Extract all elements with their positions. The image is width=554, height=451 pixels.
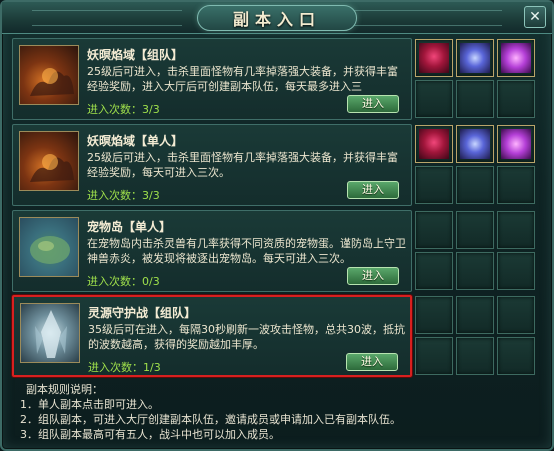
reward-grid-2: [413, 210, 543, 292]
reward-slot[interactable]: [415, 39, 453, 77]
enter-button[interactable]: 进入: [346, 353, 398, 371]
dungeon-title: 灵源守护战【组队】: [88, 306, 197, 320]
reward-slot[interactable]: [497, 39, 535, 77]
reward-slot-empty: [497, 166, 535, 204]
reward-slot-empty: [456, 80, 494, 118]
weapon-icon: [460, 43, 490, 73]
dungeon-entry-count: 进入次数：3/3: [87, 189, 160, 202]
pet-icon: [501, 129, 531, 159]
dungeon-thumbnail-fire: [19, 45, 79, 105]
reward-slot-empty: [497, 211, 535, 249]
reward-grid-1: [413, 124, 543, 206]
rules-section: 副本规则说明： 1．单人副本点击即可进入。 2．组队副本，可进入大厅创建副本队伍…: [20, 382, 540, 442]
dungeon-title: 妖暝焰域【组队】: [87, 48, 184, 62]
rules-line: 2．组队副本，可进入大厅创建副本队伍，邀请成员或申请加入已有副本队伍。: [20, 413, 401, 426]
reward-grid-0: [413, 38, 543, 120]
reward-slot-empty: [415, 211, 453, 249]
reward-slot-empty: [415, 296, 453, 334]
armor-icon: [419, 43, 449, 73]
title-ornament-right: [352, 10, 502, 26]
dungeon-description: 25级后可进入，击杀里面怪物有几率掉落强大装备，并获得丰富经验奖励，每天可进入三…: [87, 151, 398, 179]
rules-heading: 副本规则说明：: [26, 383, 103, 396]
weapon-icon: [460, 129, 490, 159]
reward-slot-empty: [497, 80, 535, 118]
dungeon-description: 35级后可在进入，每隔30秒刷新一波攻击怪物，总共30波，抵抗的波数越高，获得的…: [88, 323, 405, 351]
dungeon-title: 妖暝焰域【单人】: [87, 134, 184, 148]
close-button[interactable]: ✕: [524, 6, 546, 28]
reward-slot[interactable]: [456, 39, 494, 77]
reward-slot-empty: [456, 166, 494, 204]
title-bar[interactable]: 副本入口 ✕: [2, 2, 552, 34]
window-title: 副本入口: [232, 10, 321, 29]
dungeon-row-3-selected[interactable]: 灵源守护战【组队】 35级后可在进入，每隔30秒刷新一波攻击怪物，总共30波，抵…: [12, 295, 412, 377]
dungeon-row-2[interactable]: 宠物岛【单人】 在宠物岛内击杀灵兽有几率获得不同资质的宠物蛋。谨防岛上守卫神兽赤…: [12, 210, 412, 292]
reward-slot-empty: [415, 337, 453, 375]
dungeon-row-0[interactable]: 妖暝焰域【组队】 25级后可进入，击杀里面怪物有几率掉落强大装备，并获得丰富经验…: [12, 38, 412, 120]
enter-button[interactable]: 进入: [347, 181, 399, 199]
dungeon-row-1[interactable]: 妖暝焰域【单人】 25级后可进入，击杀里面怪物有几率掉落强大装备，并获得丰富经验…: [12, 124, 412, 206]
reward-slot-empty: [456, 252, 494, 290]
close-icon: ✕: [529, 9, 541, 25]
reward-slot-empty: [415, 80, 453, 118]
dungeon-thumbnail-crystal: [20, 303, 80, 363]
reward-slot-empty: [415, 252, 453, 290]
reward-slot-empty: [497, 252, 535, 290]
reward-slot-empty: [456, 337, 494, 375]
reward-slot-empty: [497, 296, 535, 334]
reward-slot-empty: [415, 166, 453, 204]
dungeon-entry-count: 进入次数：0/3: [87, 275, 160, 288]
title-ornament-left: [32, 10, 182, 26]
armor-icon: [419, 129, 449, 159]
title-plate: 副本入口: [197, 5, 357, 31]
dungeon-description: 在宠物岛内击杀灵兽有几率获得不同资质的宠物蛋。谨防岛上守卫神兽赤炎，被发现将被逐…: [87, 237, 406, 265]
reward-slot-empty: [497, 337, 535, 375]
dungeon-entry-count: 进入次数：1/3: [88, 361, 161, 374]
dungeon-description: 25级后可进入，击杀里面怪物有几率掉落强大装备，并获得丰富经验奖励，进入大厅后可…: [87, 65, 398, 93]
reward-slot[interactable]: [415, 125, 453, 163]
dungeon-thumbnail-fire: [19, 131, 79, 191]
fire-creature-icon: [30, 68, 74, 96]
reward-slot[interactable]: [497, 125, 535, 163]
reward-slot[interactable]: [456, 125, 494, 163]
fire-creature-icon: [30, 154, 74, 182]
rules-line: 3．组队副本最高可有五人，战斗中也可以加入成员。: [20, 428, 280, 441]
enter-button[interactable]: 进入: [347, 267, 399, 285]
dungeon-entry-count: 进入次数：3/3: [87, 103, 160, 116]
reward-slot-empty: [456, 211, 494, 249]
pet-icon: [501, 43, 531, 73]
enter-button[interactable]: 进入: [347, 95, 399, 113]
reward-slot-empty: [456, 296, 494, 334]
dungeon-thumbnail-island: [19, 217, 79, 277]
crystal-guardian-icon: [35, 310, 67, 358]
reward-grid-3: [413, 295, 543, 377]
dungeon-title: 宠物岛【单人】: [87, 220, 172, 234]
dungeon-entry-window: 副本入口 ✕ 妖暝焰域【组队】 25级后可进入，击杀里面怪物有几率掉落强大装备，…: [0, 0, 554, 451]
island-icon: [30, 236, 70, 264]
rules-line: 1．单人副本点击即可进入。: [20, 398, 159, 411]
